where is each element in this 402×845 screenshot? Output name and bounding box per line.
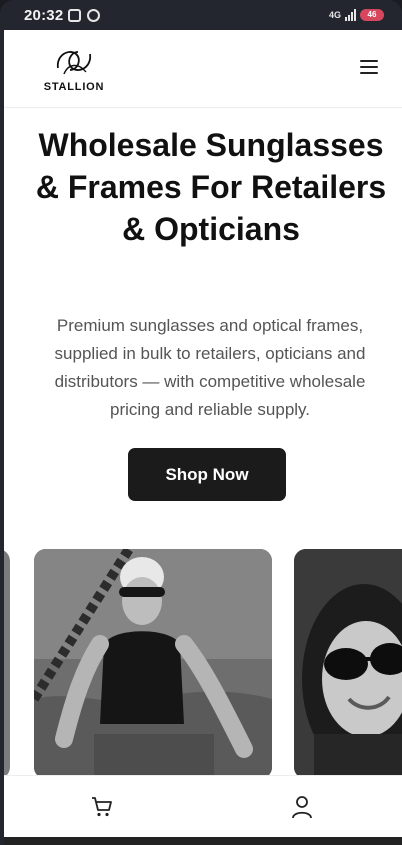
woman-in-sunglasses-photo[interactable]	[294, 549, 402, 779]
sunglasses-model-image	[294, 549, 402, 779]
swimmer-with-goggles-photo[interactable]	[34, 549, 272, 779]
hamburger-menu-icon[interactable]	[360, 60, 378, 74]
notification-icon	[68, 9, 81, 22]
status-bar: 20:32 4G 46	[0, 0, 402, 30]
carousel-card-previous[interactable]	[4, 549, 10, 779]
phone-frame: 20:32 4G 46 STALLION Wholesale Sunglasse…	[0, 0, 402, 845]
notification-icon	[87, 9, 100, 22]
swimmer-image	[34, 549, 272, 779]
web-page: STALLION Wholesale Sunglasses & Frames F…	[4, 30, 402, 845]
stallion-logo[interactable]: STALLION	[42, 44, 106, 96]
logo-mark-icon	[56, 51, 92, 75]
signal-icon	[345, 9, 356, 21]
hero-title: Wholesale Sunglasses & Frames For Retail…	[35, 127, 387, 247]
status-indicators: 4G 46	[329, 9, 384, 21]
device-bottom-edge	[4, 837, 402, 845]
bottom-navigation	[4, 775, 402, 837]
shop-now-button[interactable]: Shop Now	[128, 448, 286, 501]
network-label: 4G	[328, 10, 341, 20]
user-icon[interactable]	[290, 794, 314, 820]
hero-subtitle: Premium sunglasses and optical frames, s…	[54, 316, 366, 419]
status-time: 20:32	[24, 7, 64, 24]
site-header: STALLION	[4, 30, 402, 108]
logo-text: STALLION	[43, 81, 105, 93]
cart-icon[interactable]	[90, 795, 114, 819]
battery-icon: 46	[360, 9, 384, 21]
image-carousel[interactable]	[4, 549, 402, 779]
